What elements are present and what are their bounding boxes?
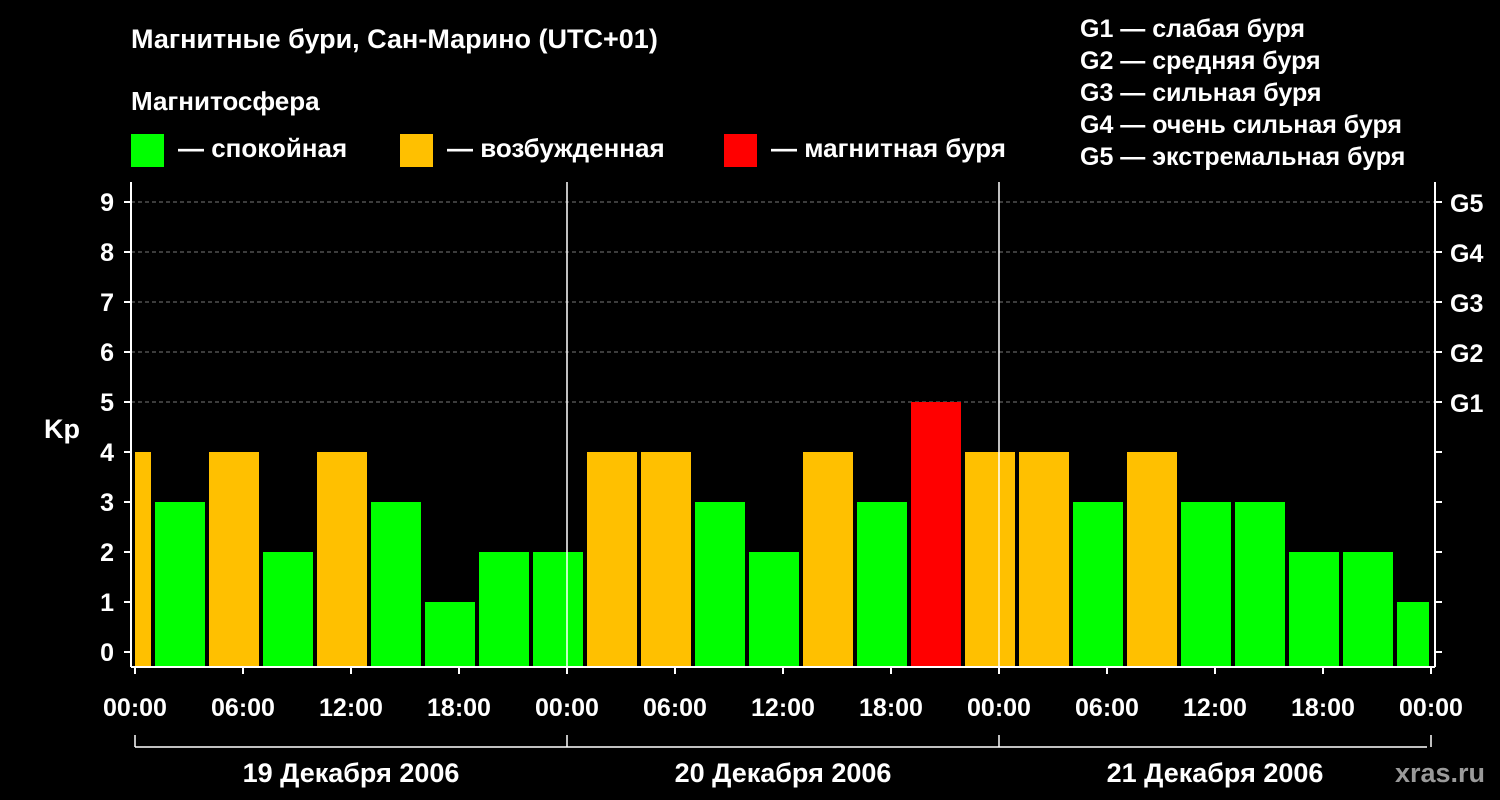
y-tick-label: 7 — [100, 289, 114, 317]
x-tick-label: 06:00 — [643, 694, 707, 722]
y-tick-label: 4 — [100, 439, 114, 467]
grid-lines — [131, 201, 1435, 403]
kp-bar — [425, 602, 475, 667]
y-tick-label: 8 — [100, 239, 114, 267]
y-tick-label: 0 — [100, 639, 114, 667]
kp-bar — [479, 552, 529, 667]
y-axis-label: Kp — [44, 414, 80, 444]
kp-bar — [533, 552, 583, 667]
kp-bar — [371, 502, 421, 667]
kp-bar — [1235, 502, 1285, 667]
kp-bar — [263, 552, 313, 667]
kp-bars — [135, 402, 1429, 667]
g-level-label: G5 — [1450, 190, 1483, 218]
kp-bar — [1073, 502, 1123, 667]
x-tick-label: 12:00 — [1183, 694, 1247, 722]
kp-bar — [1181, 502, 1231, 667]
kp-bar — [749, 552, 799, 667]
kp-bar — [317, 452, 367, 667]
x-tick-label: 00:00 — [967, 694, 1031, 722]
x-tick-label: 06:00 — [211, 694, 275, 722]
kp-bar — [911, 402, 961, 667]
y-tick-label: 5 — [100, 389, 114, 417]
kp-bar — [1343, 552, 1393, 667]
kp-bar — [641, 452, 691, 667]
x-tick-label: 12:00 — [751, 694, 815, 722]
kp-bar — [1019, 452, 1069, 667]
y-tick-label: 3 — [100, 489, 114, 517]
g-level-label: G1 — [1450, 390, 1483, 418]
day-label: 21 Декабря 2006 — [1107, 758, 1324, 788]
kp-bar — [695, 502, 745, 667]
kp-bar — [1127, 452, 1177, 667]
g-level-label: G2 — [1450, 340, 1483, 368]
y-tick-label: 6 — [100, 339, 114, 367]
g-level-label: G3 — [1450, 290, 1483, 318]
day-label: 19 Декабря 2006 — [243, 758, 460, 788]
kp-bar — [965, 452, 1015, 667]
x-tick-label: 00:00 — [103, 694, 167, 722]
y-tick-label: 9 — [100, 189, 114, 217]
x-tick-label: 18:00 — [859, 694, 923, 722]
x-tick-label: 06:00 — [1075, 694, 1139, 722]
axis-labels: 0 1 2 3 4 5 6 7 8 9 G1 G2 G3 G4 G5 Kp 00:00 06:00 12:00 18:… — [44, 189, 1485, 788]
kp-bar — [803, 452, 853, 667]
watermark: xras.ru — [1395, 758, 1485, 788]
kp-bar — [1397, 602, 1429, 667]
kp-bar — [155, 502, 205, 667]
x-tick-label: 18:00 — [1291, 694, 1355, 722]
kp-bar — [857, 502, 907, 667]
g-level-label: G4 — [1450, 240, 1483, 268]
y-tick-label: 2 — [100, 539, 114, 567]
y-tick-label: 1 — [100, 589, 114, 617]
kp-bar-chart: 0 1 2 3 4 5 6 7 8 9 G1 G2 G3 G4 G5 Kp 00:00 06:00 12:00 18:… — [44, 182, 1485, 788]
kp-bar — [587, 452, 637, 667]
kp-bar — [135, 452, 151, 667]
kp-bar — [1289, 552, 1339, 667]
kp-bar — [209, 452, 259, 667]
x-tick-label: 00:00 — [1399, 694, 1463, 722]
day-label: 20 Декабря 2006 — [675, 758, 892, 788]
x-tick-label: 00:00 — [535, 694, 599, 722]
x-tick-label: 18:00 — [427, 694, 491, 722]
x-tick-label: 12:00 — [319, 694, 383, 722]
